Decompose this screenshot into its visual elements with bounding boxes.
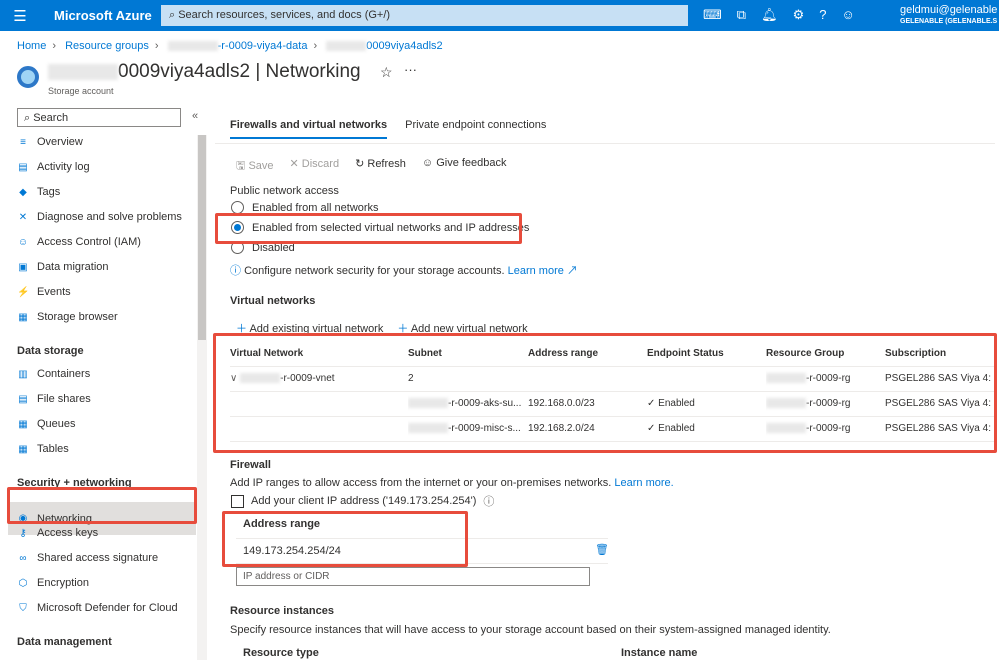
sidebar-icon: ▦ [18,418,28,430]
sidebar-scrollbar[interactable] [197,135,207,660]
refresh-button[interactable]: ↻ Refresh [355,157,406,176]
sidebar-item-storage-browser[interactable]: ▦ Storage browser [17,311,117,323]
menu-icon[interactable]: ☰ [0,7,40,25]
sidebar-item-shared-access-signature[interactable]: ∞ Shared access signature [17,552,158,564]
sidebar-item-access-keys[interactable]: ⚷ Access keys [17,527,98,539]
sidebar-search-input[interactable]: ⌕ Search [17,108,181,127]
breadcrumb-home[interactable]: Home [17,40,46,52]
sidebar-item-queues[interactable]: ▦ Queues [17,418,75,430]
sidebar-item-tables[interactable]: ▦ Tables [17,443,69,455]
vnets-heading: Virtual networks [230,295,316,307]
page-title: 0009viya4adls2 | Networking [48,61,361,83]
more-icon[interactable]: ··· [404,62,417,77]
save-button[interactable]: 🖫 Save [236,157,274,176]
delete-icon[interactable]: 🗑︎ [595,543,609,556]
sidebar-icon: ▤ [18,161,28,173]
breadcrumb-rg[interactable]: -r-0009-viya4-data [218,40,308,52]
global-search-input[interactable]: ⌕ Search resources, services, and docs (… [161,5,688,26]
public-access-label: Public network access [230,185,339,197]
learn-more-link[interactable]: Learn more [508,265,564,277]
sidebar-item-data-migration[interactable]: ▣ Data migration [17,261,108,273]
sidebar-icon: ∞ [19,552,27,564]
firewall-heading: Firewall [230,459,271,471]
sidebar-item-events[interactable]: ⚡ Events [17,286,71,298]
breadcrumb-resource-groups[interactable]: Resource groups [65,40,149,52]
firewall-learn-more[interactable]: Learn more. [614,477,673,489]
sidebar-item-file-shares[interactable]: ▤ File shares [17,393,91,405]
sidebar-item-diagnose-and-solve-problems[interactable]: ✕ Diagnose and solve problems [17,211,182,223]
sidebar-icon: ▣ [18,261,28,273]
feedback-button[interactable]: ☺ Give feedback [422,157,507,176]
sidebar-icon: ▦ [18,443,28,455]
bell-icon[interactable]: 🔔︎ [761,7,778,23]
cloud-shell-icon[interactable]: ⌨ [703,7,722,23]
gear-icon[interactable]: ⚙ [793,7,805,23]
sidebar-icon: ⚡ [17,286,30,298]
help-icon[interactable]: ? [819,7,826,23]
sidebar-icon: ✕ [18,211,28,223]
sidebar-icon: ▦ [18,311,28,323]
sidebar-section: Data management [17,636,112,648]
col-instance-name: Instance name [621,647,698,659]
storage-account-icon [17,66,39,88]
breadcrumb-account[interactable]: 0009viya4adls2 [366,40,442,52]
sidebar-icon: ▥ [18,368,28,380]
brand[interactable]: Microsoft Azure [54,8,174,23]
ip-cidr-input[interactable]: IP address or CIDR [236,567,590,586]
sidebar-item-overview[interactable]: ≡ Overview [17,136,83,148]
sidebar-item-activity-log[interactable]: ▤ Activity log [17,161,89,173]
instances-heading: Resource instances [230,605,334,617]
sidebar-icon: ⬡ [18,577,28,589]
col-resource-type: Resource type [243,647,319,659]
client-ip-checkbox[interactable]: Add your client IP address ('149.173.254… [231,493,494,509]
top-bar: ☰ Microsoft Azure ⌕ Search resources, se… [0,0,999,31]
instances-desc: Specify resource instances that will hav… [230,624,831,636]
sidebar-icon: ☺ [17,236,29,248]
sidebar-item-encryption[interactable]: ⬡ Encryption [17,577,89,589]
feedback-icon[interactable]: ☺ [841,7,854,23]
sidebar-icon: ⚷ [19,527,27,539]
sidebar-icon: ▤ [18,393,28,405]
sidebar-section: Data storage [17,345,84,357]
star-icon[interactable]: ☆ [380,64,393,81]
page-subtitle: Storage account [48,86,114,96]
sidebar-item-containers[interactable]: ▥ Containers [17,368,90,380]
discard-button[interactable]: ✕ Discard [290,157,340,176]
tab-firewalls[interactable]: Firewalls and virtual networks [230,119,388,139]
info-icon: ⓘ [230,265,241,277]
sidebar-icon: ◆ [19,186,27,198]
tab-private-endpoints[interactable]: Private endpoint connections [405,119,546,139]
breadcrumb: Home › Resource groups › -r-0009-viya4-dat… [17,40,443,52]
sidebar-icon: ≡ [20,136,26,148]
sidebar-item-tags[interactable]: ◆ Tags [17,186,60,198]
directory-icon[interactable]: ⧉ [737,7,746,23]
sidebar-icon: ⛉ [19,602,27,614]
collapse-icon[interactable]: « [192,110,198,122]
sidebar-item-access-control-iam-[interactable]: ☺ Access Control (IAM) [17,236,141,248]
sidebar-item-microsoft-defender-for-cloud[interactable]: ⛉ Microsoft Defender for Cloud [17,602,177,614]
account-menu[interactable]: geldmui@gelenable GELENABLE (GELENABLE.S [900,4,997,28]
